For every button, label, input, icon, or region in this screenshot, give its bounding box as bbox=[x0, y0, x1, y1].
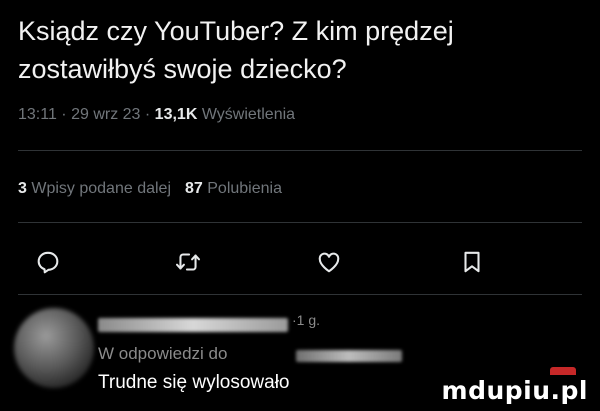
bookmark-button[interactable] bbox=[456, 248, 488, 280]
bookmark-icon bbox=[460, 249, 484, 280]
divider bbox=[18, 150, 582, 151]
divider bbox=[18, 294, 582, 295]
tweet-meta: 13:11 · 29 wrz 23 · 13,1K Wyświetlenia bbox=[18, 106, 295, 124]
views-label: Wyświetlenia bbox=[197, 106, 296, 123]
tweet-stats: 3 Wpisy podane dalej 87 Polubienia bbox=[18, 180, 282, 198]
likes-stat[interactable]: 87 Polubienia bbox=[185, 180, 282, 197]
reply-icon bbox=[35, 249, 61, 280]
reply-author-name[interactable] bbox=[98, 318, 288, 332]
quotes-stat[interactable]: 3 Wpisy podane dalej bbox=[18, 180, 171, 197]
divider bbox=[18, 222, 582, 223]
quotes-label: Wpisy podane dalej bbox=[26, 180, 171, 197]
reply-text: Trudne się wylosowało bbox=[98, 372, 290, 393]
reply-handle: ·1 g. bbox=[292, 312, 321, 328]
like-icon bbox=[316, 249, 342, 280]
avatar[interactable] bbox=[14, 308, 94, 388]
likes-count: 87 bbox=[185, 180, 203, 197]
tweet-time: 13:11 bbox=[18, 106, 57, 123]
meta-separator: · bbox=[56, 106, 72, 123]
likes-label: Polubienia bbox=[202, 180, 282, 197]
retweet-icon bbox=[174, 249, 202, 280]
meta-separator: · bbox=[140, 106, 155, 123]
tweet-text: Ksiądz czy YouTuber? Z kim prędzej zosta… bbox=[18, 16, 454, 84]
reply-button[interactable] bbox=[32, 248, 64, 280]
action-bar bbox=[0, 248, 600, 282]
reply-to-label: W odpowiedzi do bbox=[98, 344, 228, 363]
watermark-logo-mark bbox=[550, 367, 576, 375]
like-button[interactable] bbox=[313, 248, 345, 280]
reply-to-username[interactable] bbox=[296, 350, 402, 362]
retweet-button[interactable] bbox=[172, 248, 204, 280]
views-count: 13,1K bbox=[154, 106, 198, 123]
watermark: mdupiu.pl bbox=[441, 376, 588, 405]
tweet-date: 29 wrz 23 bbox=[71, 106, 141, 123]
quotes-count: 3 bbox=[18, 180, 27, 197]
